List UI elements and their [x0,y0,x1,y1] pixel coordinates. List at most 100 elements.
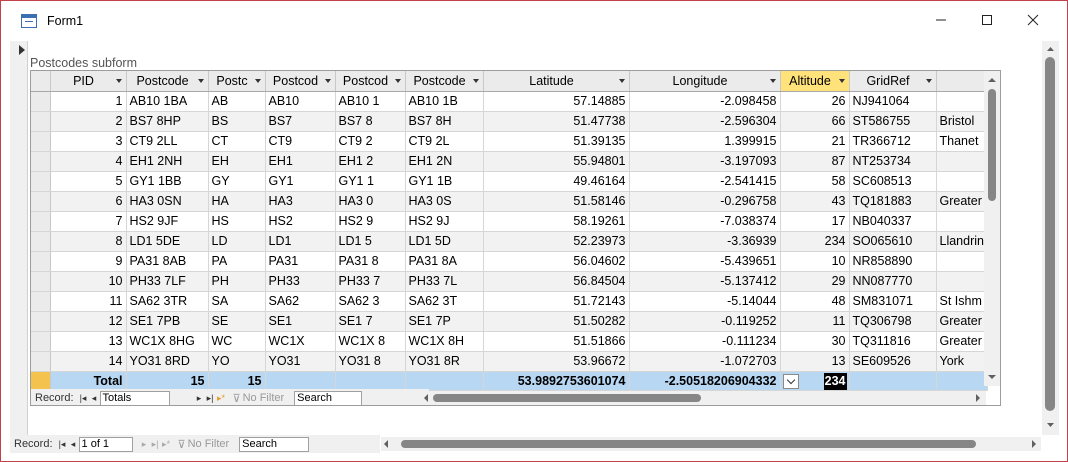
cell-gridref[interactable]: TQ306798 [849,311,937,332]
table-row[interactable]: 3 CT9 2LL CT CT9 CT9 2 CT9 2L 51.39135 1.399915… [31,131,988,152]
cell-postcode-2[interactable]: LD1 5D [405,231,484,252]
cell-altitude[interactable]: 17 [780,211,850,232]
row-selector[interactable] [31,191,51,212]
cell-postcode-2[interactable]: PA31 8A [405,251,484,272]
cell-postcode-2[interactable]: BS7 8H [405,111,484,132]
total-extra[interactable] [936,371,988,391]
cell-postcod-2[interactable]: BS7 8 [335,111,406,132]
cell-extra[interactable]: York [936,351,988,372]
cell-postcod-1[interactable]: LD1 [265,231,336,252]
cell-postc[interactable]: BS [208,111,266,132]
first-record-button[interactable]: |◂ [57,437,68,451]
close-button[interactable] [1010,1,1056,39]
cell-altitude[interactable]: 87 [780,151,850,172]
cell-postcod-2[interactable]: SA62 3 [335,291,406,312]
cell-gridref[interactable]: NR858890 [849,251,937,272]
cell-pid[interactable]: 7 [50,211,127,232]
cell-extra[interactable] [936,271,988,292]
form-horizontal-scroll-thumb[interactable] [401,440,976,448]
total-altitude-value[interactable]: 234 [823,372,847,389]
cell-altitude[interactable]: 66 [780,111,850,132]
last-record-button[interactable]: ▸| [205,391,216,405]
cell-longitude[interactable]: -3.197093 [629,151,781,172]
first-record-button[interactable]: |◂ [78,391,89,405]
current-record-box[interactable]: Totals [99,390,170,405]
column-header-gridref[interactable]: GridRef [849,71,937,92]
cell-postc[interactable]: LD [208,231,266,252]
cell-latitude[interactable]: 53.96672 [483,351,630,372]
cell-altitude[interactable]: 29 [780,271,850,292]
cell-postcod-1[interactable]: BS7 [265,111,336,132]
cell-postcod-2[interactable]: LD1 5 [335,231,406,252]
cell-postcode-2[interactable]: SE1 7P [405,311,484,332]
cell-longitude[interactable]: -2.541415 [629,171,781,192]
cell-pid[interactable]: 5 [50,171,127,192]
table-row[interactable]: 13 WC1X 8HG WC WC1X WC1X 8 WC1X 8H 51.51866 -0.… [31,331,988,352]
total-gridref[interactable] [849,371,937,391]
cell-extra[interactable]: Bristol [936,111,988,132]
cell-latitude[interactable]: 58.19261 [483,211,630,232]
cell-postcode[interactable]: SA62 3TR [126,291,209,312]
cell-longitude[interactable]: -5.137412 [629,271,781,292]
cell-pid[interactable]: 11 [50,291,127,312]
cell-pid[interactable]: 6 [50,191,127,212]
cell-longitude[interactable]: -0.119252 [629,311,781,332]
cell-postcode[interactable]: LD1 5DE [126,231,209,252]
cell-postcod-2[interactable]: GY1 1 [335,171,406,192]
cell-postcod-2[interactable]: PA31 8 [335,251,406,272]
cell-postcode-2[interactable]: HA3 0S [405,191,484,212]
cell-longitude[interactable]: -1.072703 [629,351,781,372]
row-selector[interactable] [31,111,51,132]
cell-gridref[interactable]: TQ311816 [849,331,937,352]
row-selector[interactable] [31,91,51,112]
cell-gridref[interactable]: SC608513 [849,171,937,192]
table-row[interactable]: 10 PH33 7LF PH PH33 PH33 7 PH33 7L 56.84504 -5.… [31,271,988,292]
cell-postc[interactable]: PH [208,271,266,292]
cell-postc[interactable]: YO [208,351,266,372]
total-latitude[interactable]: 53.9892753601074 [483,371,630,391]
cell-extra[interactable]: Greater [936,331,988,352]
cell-postcod-1[interactable]: HS2 [265,211,336,232]
cell-latitude[interactable]: 51.58146 [483,191,630,212]
column-header-altitude[interactable]: Altitude [780,71,850,92]
row-selector[interactable] [31,331,51,352]
column-header-postcode[interactable]: Postcode [126,71,209,92]
cell-postcod-2[interactable]: YO31 8 [335,351,406,372]
cell-extra[interactable] [936,251,988,272]
cell-postc[interactable]: GY [208,171,266,192]
cell-gridref[interactable]: NJ941064 [849,91,937,112]
cell-gridref[interactable]: TR366712 [849,131,937,152]
maximize-button[interactable] [964,1,1010,39]
cell-postcode[interactable]: EH1 2NH [126,151,209,172]
cell-altitude[interactable]: 13 [780,351,850,372]
table-row[interactable]: 9 PA31 8AB PA PA31 PA31 8 PA31 8A 56.04602 -5.4… [31,251,988,272]
cell-gridref[interactable]: ST586755 [849,111,937,132]
previous-record-button[interactable]: ◂ [68,437,79,451]
cell-pid[interactable]: 10 [50,271,127,292]
cell-postcod-1[interactable]: YO31 [265,351,336,372]
cell-longitude[interactable]: -2.098458 [629,91,781,112]
cell-postcod-1[interactable]: GY1 [265,171,336,192]
select-all-corner[interactable] [31,71,51,92]
cell-postcod-2[interactable]: SE1 7 [335,311,406,332]
row-selector[interactable] [31,231,51,252]
cell-altitude[interactable]: 58 [780,171,850,192]
cell-gridref[interactable]: SO065610 [849,231,937,252]
table-row[interactable]: 11 SA62 3TR SA SA62 SA62 3 SA62 3T 51.72143 -5.… [31,291,988,312]
cell-postcode-2[interactable]: CT9 2L [405,131,484,152]
last-record-button[interactable]: ▸| [150,437,161,451]
cell-postcode-2[interactable]: PH33 7L [405,271,484,292]
total-longitude[interactable]: -2.50518206904332 [629,371,781,391]
cell-postcod-2[interactable]: EH1 2 [335,151,406,172]
form-vertical-scrollbar[interactable] [1042,41,1059,435]
cell-postcode-2[interactable]: GY1 1B [405,171,484,192]
current-record-box[interactable]: 1 of 1 [78,436,133,452]
cell-gridref[interactable]: NT253734 [849,151,937,172]
cell-pid[interactable]: 8 [50,231,127,252]
cell-postcode[interactable]: PA31 8AB [126,251,209,272]
cell-postcod-2[interactable]: WC1X 8 [335,331,406,352]
cell-postcode[interactable]: PH33 7LF [126,271,209,292]
cell-longitude[interactable]: -0.296758 [629,191,781,212]
cell-postcode-2[interactable]: EH1 2N [405,151,484,172]
cell-postcod-1[interactable]: WC1X [265,331,336,352]
